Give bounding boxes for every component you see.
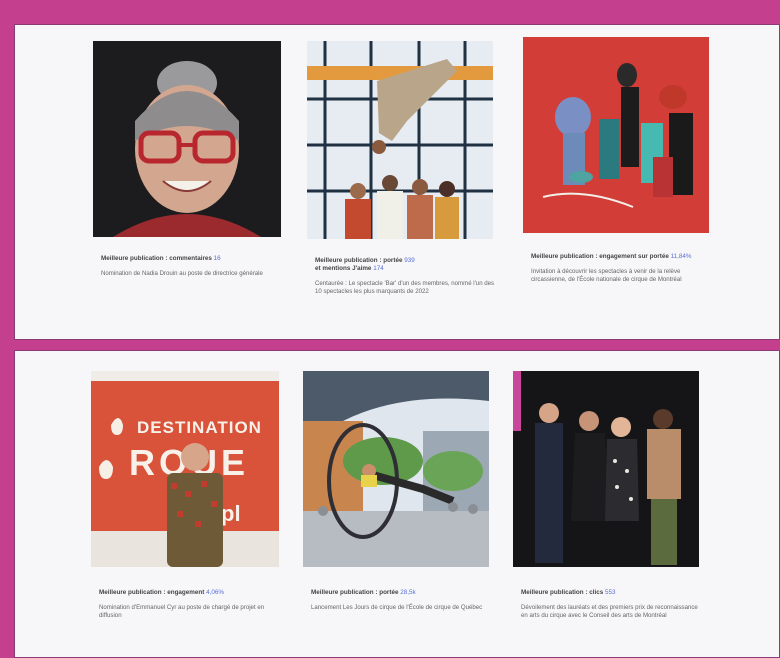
publication-metric-value: 16: [213, 255, 221, 262]
publication-card[interactable]: Meilleure publication : engagement sur p…: [523, 37, 719, 335]
publication-description: Invitation à découvrir les spectacles à …: [531, 268, 682, 283]
publication-description: Nomination d'Emmanuel Cyr au poste de ch…: [99, 604, 265, 619]
publication-photo[interactable]: [513, 371, 699, 567]
publication-card[interactable]: Meilleure publication : clics 553 Dévoil…: [513, 371, 709, 657]
circus-grid-image: [307, 41, 493, 239]
destination-cirque-image: DESTINATION RQUE pl: [91, 371, 279, 567]
portrait-image: [93, 41, 281, 237]
publication-photo[interactable]: [93, 41, 281, 237]
publication-card[interactable]: Meilleure publication : portée 939 et men…: [307, 41, 503, 337]
publications-panel-top: Meilleure publication : commentaires 16 …: [14, 24, 780, 340]
circus-group-image: [523, 37, 709, 233]
publication-metric-label: Meilleure publication : clics 553: [521, 589, 616, 596]
publication-card[interactable]: Meilleure publication : commentaires 16 …: [93, 41, 285, 331]
banner-text: pl: [221, 501, 241, 526]
publication-photo[interactable]: [523, 37, 709, 233]
publication-photo[interactable]: DESTINATION RQUE pl: [91, 371, 279, 567]
banner-text: DESTINATION: [137, 418, 262, 437]
publication-metric-label: Meilleure publication : engagement 4,06%: [99, 589, 224, 596]
publication-metric-label: Meilleure publication : commentaires 16: [101, 255, 221, 262]
publication-description: Dévoilement des lauréats et des premiers…: [521, 604, 698, 619]
publications-panel-bottom: DESTINATION RQUE pl Meilleure publicatio…: [14, 350, 780, 658]
cyr-wheel-image: [303, 371, 489, 567]
publication-metric-label: Meilleure publication : portée 28,5k: [311, 589, 416, 596]
publication-photo[interactable]: [307, 41, 493, 239]
publication-photo[interactable]: [303, 371, 489, 567]
publication-metric-label: Meilleure publication : portée 939 et men…: [315, 257, 415, 272]
publication-card[interactable]: Meilleure publication : portée 28,5k Lan…: [303, 371, 499, 657]
publication-description: Nomination de Nadia Drouin au poste de d…: [101, 270, 263, 277]
publication-description: Centaurée : Le spectacle 'Bar' d'un des …: [315, 280, 495, 295]
award-group-image: [513, 371, 699, 567]
publication-description: Lancement Les Jours de cirque de l'École…: [311, 604, 483, 611]
publication-card[interactable]: DESTINATION RQUE pl Meilleure publicatio…: [91, 371, 287, 657]
publication-metric-label: Meilleure publication : engagement sur p…: [531, 253, 692, 260]
